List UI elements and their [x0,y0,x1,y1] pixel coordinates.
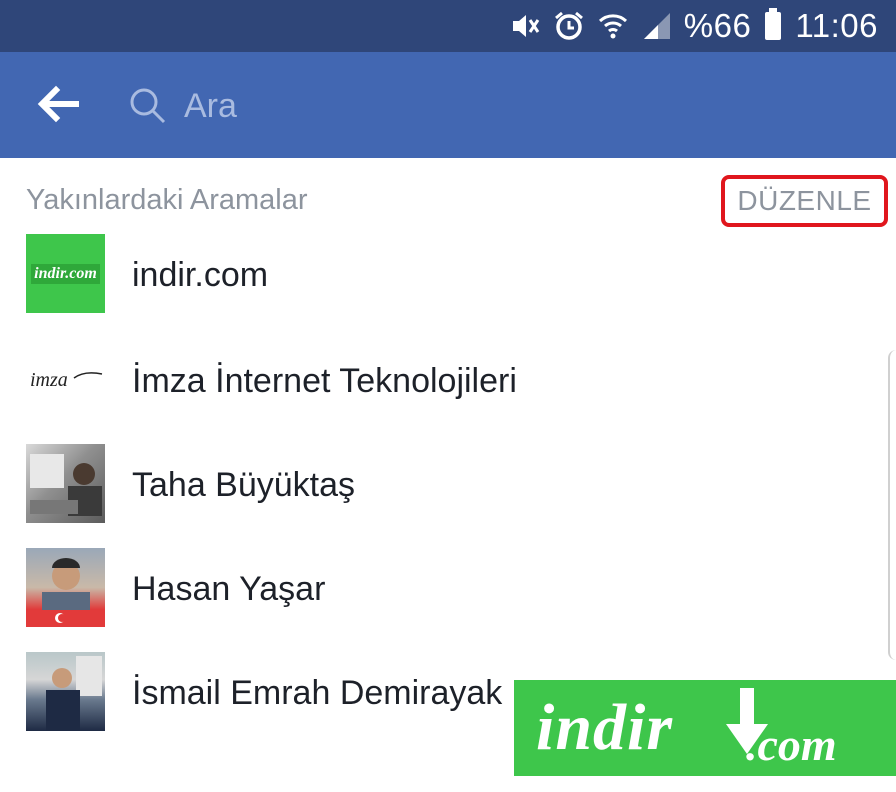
battery-icon [765,8,782,40]
mute-vibrate-icon [508,9,542,43]
back-arrow-icon [37,85,79,123]
scroll-edge [888,350,896,660]
app-bar [0,52,896,158]
watermark-suffix: .com [746,719,837,770]
list-item[interactable]: imza İmza İnternet Teknolojileri [0,340,880,424]
list-item-label: Taha Büyüktaş [132,466,356,504]
profile-photo [26,652,105,731]
watermark-logo: indir .com [514,680,896,776]
watermark-text: indir [536,691,674,764]
recent-searches-title: Yakınlardaki Aramalar [26,184,308,216]
alarm-icon [552,9,586,43]
signal-icon [640,9,674,43]
search-icon [128,86,168,126]
list-item[interactable]: indir.com indir.com [0,234,880,318]
search-bar[interactable] [128,78,728,134]
status-icons: %66 11:06 [508,0,878,52]
thumbnail-logo-text: indir.com [31,263,100,284]
list-item-label: İsmail Emrah Demirayak [132,674,503,712]
thumbnail-logo-text: imza [30,369,68,391]
indir-logo-thumbnail: indir.com [26,234,105,313]
clock: 11:06 [795,7,878,44]
search-input[interactable] [184,86,704,126]
status-bar: %66 11:06 [0,0,896,52]
wifi-icon [596,9,630,43]
edit-button[interactable]: DÜZENLE [721,175,888,227]
list-item-label: Hasan Yaşar [132,570,326,608]
profile-photo [26,444,105,523]
list-item-label: indir.com [132,256,269,294]
list-item-label: İmza İnternet Teknolojileri [132,362,517,400]
list-item[interactable]: Taha Büyüktaş [0,444,880,528]
battery-percentage: %66 [683,7,752,44]
list-item[interactable]: Hasan Yaşar [0,548,880,632]
profile-photo [26,548,105,627]
imza-logo-thumbnail: imza [26,340,105,419]
back-button[interactable] [36,84,86,128]
